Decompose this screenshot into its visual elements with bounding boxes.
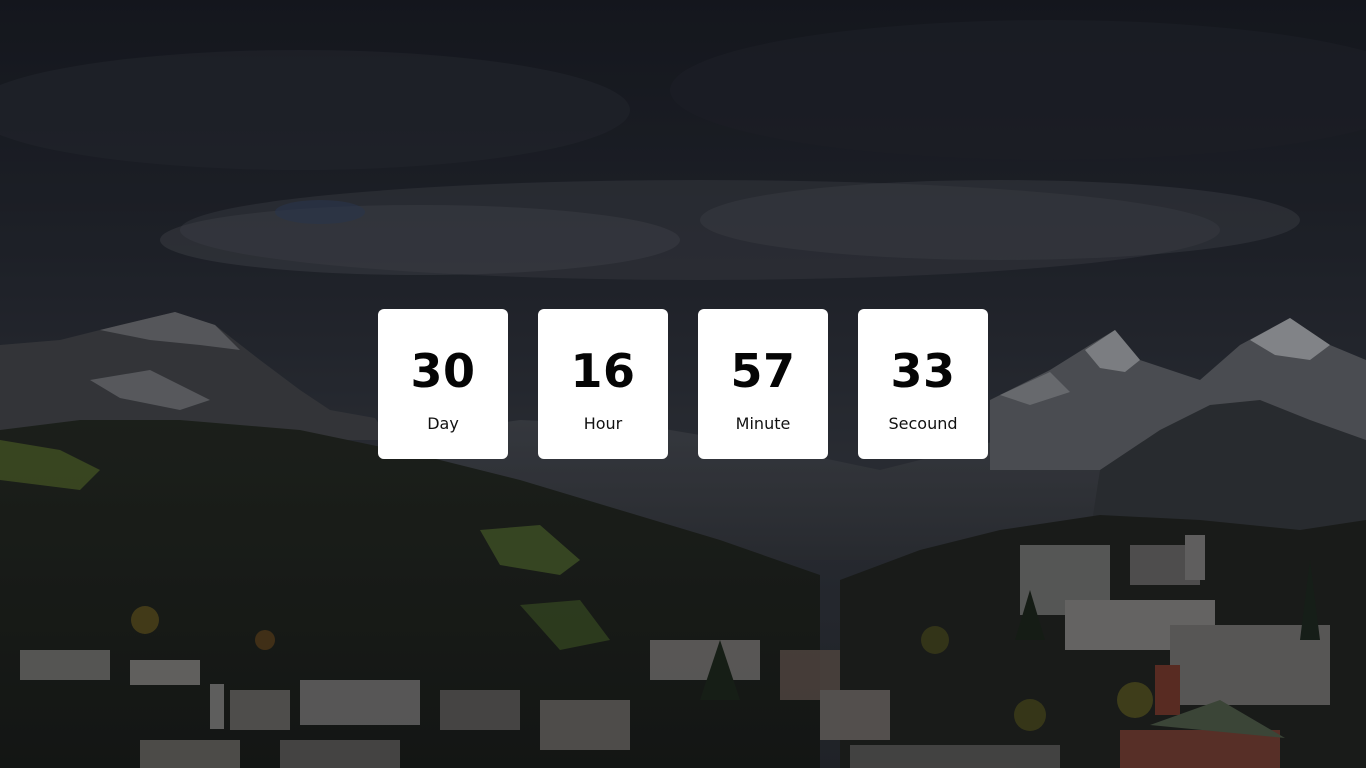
countdown-second-card: 33 Secound	[858, 309, 988, 459]
minute-label: Minute	[735, 414, 791, 433]
hour-label: Hour	[583, 414, 623, 433]
hour-value: 16	[570, 344, 636, 398]
countdown-minute-card: 57 Minute	[698, 309, 828, 459]
countdown-day-card: 30 Day	[378, 309, 508, 459]
countdown-page: 30 Day 16 Hour 57 Minute 33 Secound	[0, 0, 1366, 768]
second-value: 33	[890, 344, 956, 398]
minute-value: 57	[730, 344, 796, 398]
day-value: 30	[410, 344, 476, 398]
countdown-hour-card: 16 Hour	[538, 309, 668, 459]
countdown-timer: 30 Day 16 Hour 57 Minute 33 Secound	[378, 309, 988, 459]
second-label: Secound	[888, 414, 958, 433]
day-label: Day	[427, 414, 459, 433]
